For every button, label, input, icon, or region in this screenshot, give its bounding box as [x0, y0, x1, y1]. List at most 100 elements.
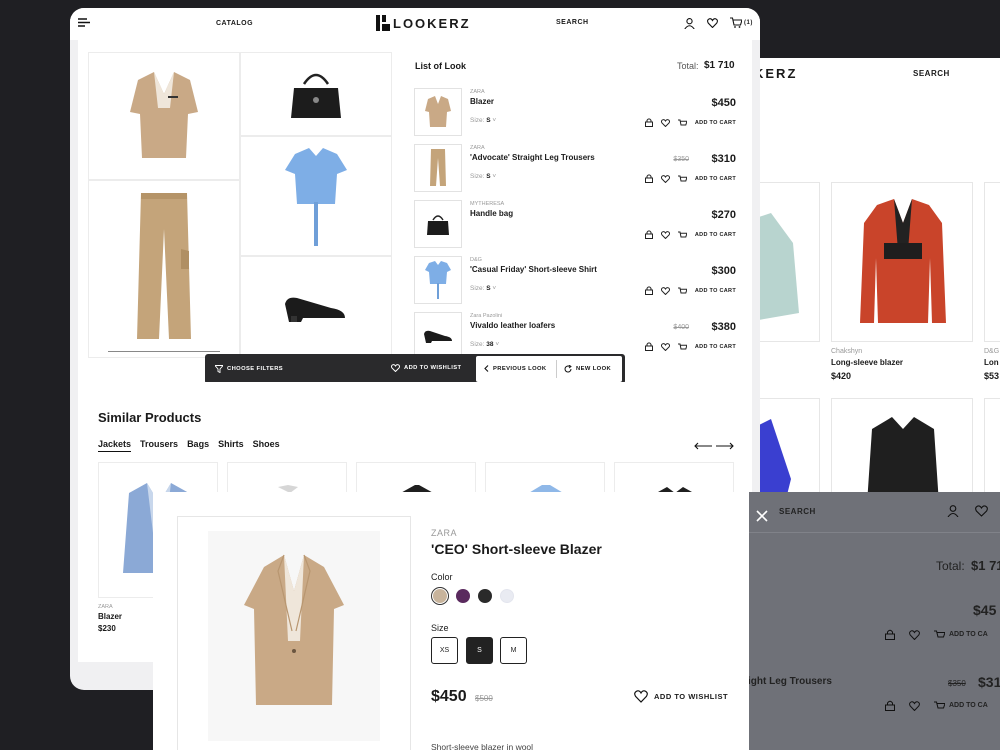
color-swatch-selected[interactable]: [431, 587, 449, 605]
menu-icon[interactable]: [78, 17, 90, 28]
product-description: Short-sleeve blazer in wool: [431, 742, 534, 750]
item-name[interactable]: 'Advocate' Straight Leg Trousers: [470, 153, 595, 162]
cart-icon[interactable]: [730, 17, 742, 28]
item-thumbnail[interactable]: [414, 144, 462, 192]
add-to-cart-button[interactable]: ADD TO CART: [695, 288, 736, 294]
cart-icon: [677, 119, 687, 127]
lock-icon[interactable]: [644, 118, 653, 127]
cart-icon: [677, 231, 687, 239]
lock-icon[interactable]: [644, 342, 653, 351]
add-to-wishlist-button[interactable]: ADD TO WISHLIST: [634, 690, 728, 703]
size-option-s[interactable]: S: [466, 637, 493, 664]
divider: [556, 360, 557, 378]
lock-icon[interactable]: [885, 629, 895, 640]
item-brand: ZARA: [470, 145, 485, 151]
heart-icon[interactable]: [660, 230, 670, 239]
product-image: [208, 531, 380, 741]
look-navigation: PREVIOUS LOOK NEW LOOK: [476, 356, 622, 382]
user-icon[interactable]: [947, 505, 959, 517]
heart-icon[interactable]: [660, 286, 670, 295]
add-to-wishlist-button[interactable]: ADD TO WISHLIST: [391, 364, 461, 372]
look-item-loafers-tile[interactable]: [240, 256, 392, 358]
tab-shoes[interactable]: Shoes: [253, 439, 280, 452]
size-option-xs[interactable]: XS: [431, 637, 458, 664]
heart-icon[interactable]: [975, 505, 988, 517]
product-card[interactable]: [984, 182, 1000, 342]
brand-logo[interactable]: LOOKERZ: [393, 16, 471, 31]
item-name[interactable]: ight Leg Trousers: [748, 676, 832, 687]
product-brand: ZARA: [98, 604, 113, 610]
add-to-cart-button[interactable]: ADD TO CART: [695, 120, 736, 126]
item-name[interactable]: Handle bag: [470, 209, 513, 218]
brand-logo-partial: KERZ: [754, 66, 798, 81]
look-list-item: ZARA 'Advocate' Straight Leg Trousers Si…: [414, 144, 736, 194]
color-swatch[interactable]: [456, 589, 470, 603]
item-thumbnail[interactable]: [414, 312, 462, 360]
heart-icon[interactable]: [909, 700, 920, 711]
size-selector[interactable]: Size: S ˅: [470, 285, 496, 292]
look-item-trousers-tile[interactable]: [88, 180, 240, 358]
previous-look-button[interactable]: PREVIOUS LOOK: [484, 365, 547, 372]
product-name[interactable]: Blazer: [98, 612, 122, 621]
refresh-icon: [564, 365, 572, 373]
item-brand: MYTHERESA: [470, 201, 505, 207]
size-selector[interactable]: Size: S ˅: [470, 173, 496, 180]
lock-icon[interactable]: [644, 174, 653, 183]
tab-shirts[interactable]: Shirts: [218, 439, 244, 452]
add-to-cart-button[interactable]: ADD TO CA: [934, 701, 988, 711]
heart-icon[interactable]: [909, 629, 920, 640]
color-swatch[interactable]: [500, 589, 514, 603]
shirt-image: [285, 148, 347, 246]
carousel-indicator: [108, 351, 220, 352]
add-to-cart-button[interactable]: ADD TO CART: [695, 344, 736, 350]
loafers-image: [285, 297, 345, 322]
heart-icon: [634, 690, 648, 703]
size-option-m[interactable]: M: [500, 637, 527, 664]
product-name[interactable]: Lon: [984, 358, 999, 367]
product-name[interactable]: Long-sleeve blazer: [831, 358, 903, 367]
close-icon[interactable]: [756, 510, 768, 522]
choose-filters-button[interactable]: CHOOSE FILTERS: [215, 365, 283, 373]
catalog-link[interactable]: CATALOG: [216, 20, 253, 27]
heart-icon[interactable]: [660, 342, 670, 351]
product-title: 'CEO' Short-sleeve Blazer: [431, 541, 602, 557]
look-item-shirt-tile[interactable]: [240, 136, 392, 256]
top-navigation: CATALOG LOOKERZ SEARCH (1): [70, 8, 760, 40]
item-actions: ADD TO CART: [644, 174, 736, 183]
new-look-button[interactable]: NEW LOOK: [564, 365, 611, 373]
heart-icon[interactable]: [660, 118, 670, 127]
search-link[interactable]: SEARCH: [913, 69, 950, 78]
look-item-bag-tile[interactable]: [240, 52, 392, 136]
similar-products-title: Similar Products: [98, 410, 202, 425]
search-link[interactable]: SEARCH: [556, 19, 589, 26]
chevron-down-icon: ˅: [492, 117, 497, 124]
heart-icon[interactable]: [707, 18, 718, 28]
user-icon[interactable]: [684, 18, 695, 29]
lock-icon[interactable]: [885, 700, 895, 711]
arrow-left-icon[interactable]: [694, 442, 712, 450]
item-old-price: $350: [673, 156, 689, 163]
add-to-cart-button[interactable]: ADD TO CART: [695, 232, 736, 238]
item-thumbnail[interactable]: [414, 256, 462, 304]
add-to-cart-button[interactable]: ADD TO CA: [934, 630, 988, 640]
size-selector[interactable]: Size: S ˅: [470, 117, 496, 124]
tab-bags[interactable]: Bags: [187, 439, 209, 452]
lock-icon[interactable]: [644, 230, 653, 239]
tab-jackets[interactable]: Jackets: [98, 439, 132, 452]
heart-icon[interactable]: [660, 174, 670, 183]
color-swatch[interactable]: [478, 589, 492, 603]
look-item-blazer-tile[interactable]: [88, 52, 240, 180]
item-thumbnail[interactable]: [414, 88, 462, 136]
item-name[interactable]: 'Casual Friday' Short-sleeve Shirt: [470, 265, 597, 274]
size-selector[interactable]: Size: 38 ˅: [470, 341, 499, 348]
item-price: $310: [711, 153, 736, 165]
tab-trousers[interactable]: Trousers: [140, 439, 178, 452]
item-thumbnail[interactable]: [414, 200, 462, 248]
arrow-right-icon[interactable]: [716, 442, 734, 450]
product-card-blazer[interactable]: [831, 182, 973, 342]
lock-icon[interactable]: [644, 286, 653, 295]
search-link[interactable]: SEARCH: [779, 507, 816, 516]
item-name[interactable]: Blazer: [470, 97, 494, 106]
add-to-cart-button[interactable]: ADD TO CART: [695, 176, 736, 182]
item-name[interactable]: Vivaldo leather loafers: [470, 321, 555, 330]
